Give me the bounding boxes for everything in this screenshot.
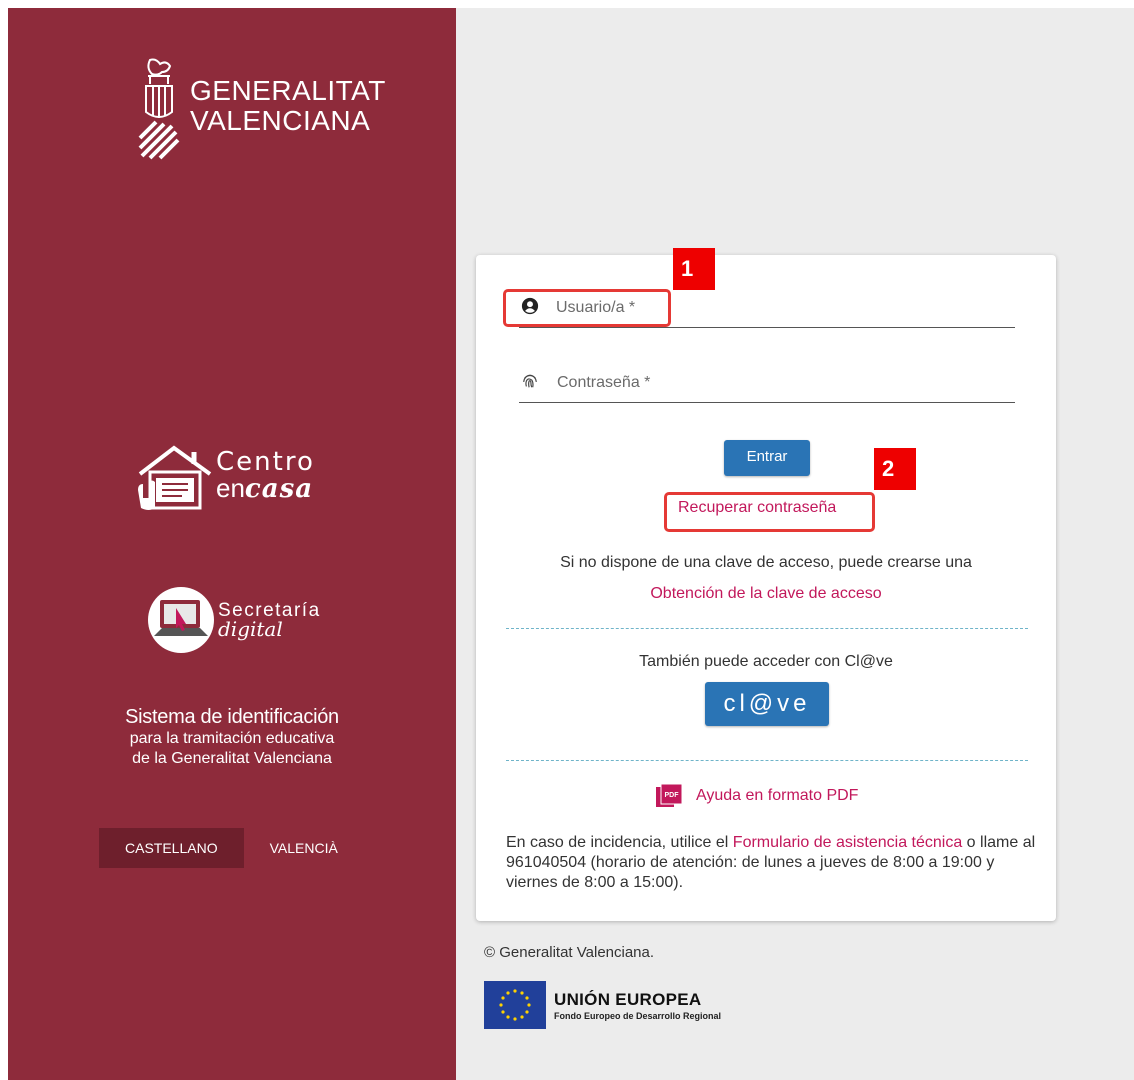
house-hand-icon: [138, 445, 212, 510]
password-field[interactable]: Contraseña *: [519, 362, 1015, 403]
page: GENERALITAT VALENCIANA Centro encasa Sec…: [8, 8, 1134, 1080]
recover-password-link[interactable]: Recuperar contraseña: [678, 499, 836, 517]
eu-title: UNIÓN EUROPEA: [554, 989, 702, 1009]
centro-en-casa-logo: Centro encasa: [136, 444, 315, 512]
system-description: Sistema de identificación para la tramit…: [8, 706, 456, 769]
generalitat-emblem-icon: [138, 58, 180, 160]
annotation-badge-2: 2: [874, 448, 916, 490]
help-pdf-link-row[interactable]: PDF Ayuda en formato PDF: [656, 784, 858, 808]
clave-button[interactable]: cl@ve: [705, 682, 829, 726]
svg-text:PDF: PDF: [665, 792, 680, 799]
centro-label: Centro: [216, 446, 315, 477]
system-subtitle-1: para la tramitación educativa: [129, 730, 335, 747]
system-title: Sistema de identificación: [125, 706, 339, 728]
brand-name-line1: GENERALITAT: [190, 75, 386, 106]
eu-subtitle: Fondo Europeo de Desarrollo Regional: [554, 1010, 722, 1021]
digital-label: digital: [218, 617, 283, 641]
en-label: en: [216, 472, 245, 503]
incidence-prefix: En caso de incidencia, utilice el: [506, 834, 733, 851]
generalitat-logo: GENERALITAT VALENCIANA: [136, 56, 386, 168]
casa-label: casa: [244, 473, 314, 504]
divider: [506, 760, 1028, 761]
password-label: Contraseña *: [557, 374, 651, 391]
brand-name-line2: VALENCIANA: [190, 105, 371, 136]
highlight-box-1: [503, 289, 671, 327]
eu-logo: UNIÓN EUROPEA Fondo Europeo de Desarroll…: [484, 981, 721, 1029]
pdf-icon: PDF: [656, 784, 682, 807]
obtain-key-link[interactable]: Obtención de la clave de acceso: [476, 585, 1056, 603]
eu-flag-icon: [484, 981, 546, 1029]
lang-valencia-button[interactable]: VALENCIÀ: [244, 828, 364, 868]
fingerprint-icon: [523, 374, 537, 388]
login-card: Usuario/a * 1 Contraseña * Entrar 2 Recu…: [476, 248, 1056, 921]
system-subtitle-2: de la Generalitat Valenciana: [132, 750, 332, 767]
login-panel: Usuario/a * 1 Contraseña * Entrar 2 Recu…: [456, 8, 1134, 1080]
lang-castellano-button[interactable]: CASTELLANO: [99, 828, 244, 868]
brand-panel: GENERALITAT VALENCIANA Centro encasa Sec…: [8, 8, 456, 1080]
divider: [506, 628, 1028, 629]
laptop-cursor-icon: [148, 587, 214, 653]
language-switcher: CASTELLANO VALENCIÀ: [99, 828, 364, 868]
annotation-badge-1: 1: [673, 248, 715, 290]
help-pdf-link[interactable]: Ayuda en formato PDF: [696, 787, 858, 805]
no-key-text: Si no dispone de una clave de acceso, pu…: [560, 554, 972, 571]
entrar-button[interactable]: Entrar: [724, 440, 810, 476]
secretaria-digital-logo: Secretaría digital: [146, 584, 321, 656]
technical-form-link[interactable]: Formulario de asistencia técnica: [733, 834, 962, 851]
copyright: © Generalitat Valenciana.: [484, 944, 655, 961]
incidence-text: En caso de incidencia, utilice el Formul…: [506, 833, 1046, 893]
clave-text: También puede acceder con Cl@ve: [639, 653, 893, 670]
